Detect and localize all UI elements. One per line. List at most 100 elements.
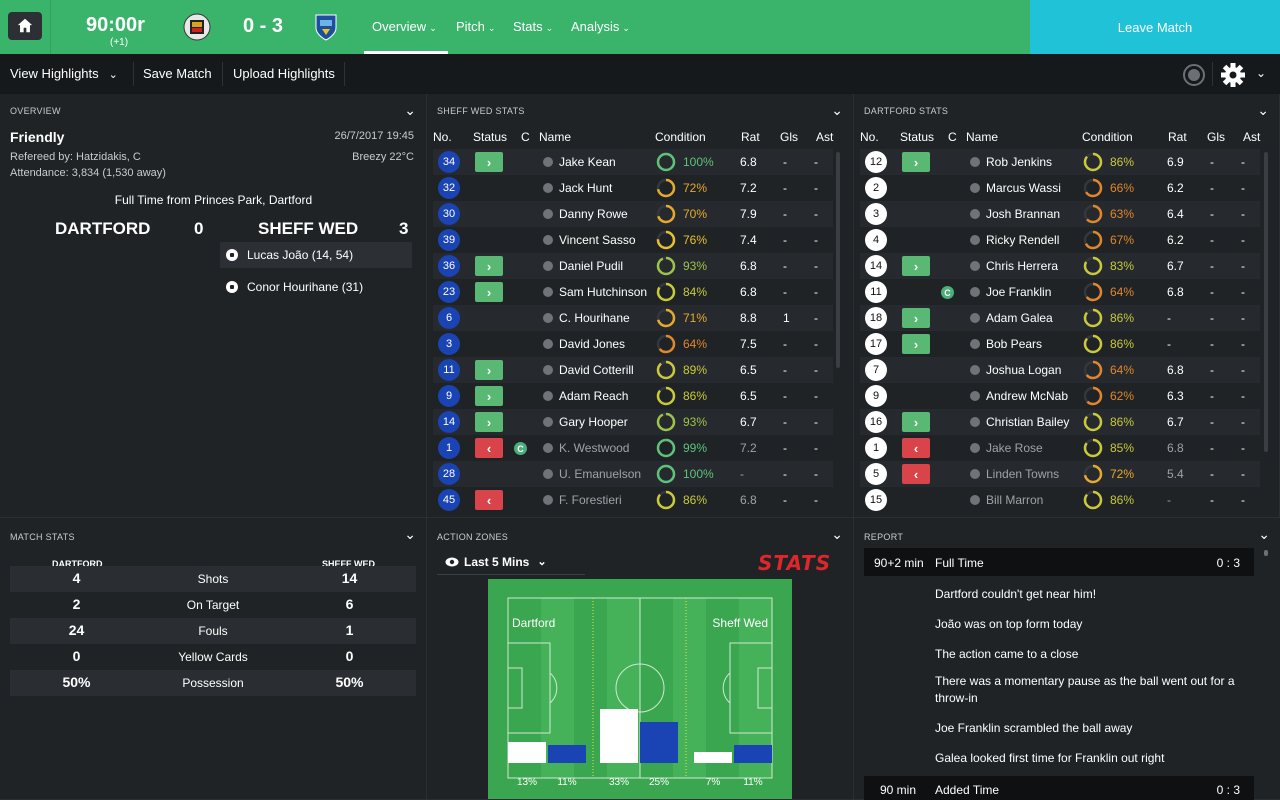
player-name[interactable]: K. Westwood xyxy=(559,441,629,455)
column-header[interactable]: Ast xyxy=(816,130,833,144)
player-row[interactable]: 34 › Jake Kean 100% 6.8 - - xyxy=(433,149,833,175)
player-name[interactable]: Bill Marron xyxy=(986,493,1043,507)
player-name[interactable]: David Cotterill xyxy=(559,363,634,377)
nav-overview[interactable]: Overview ⌄ xyxy=(372,19,437,34)
player-name[interactable]: Chris Herrera xyxy=(986,259,1058,273)
player-row[interactable]: 6 C. Hourihane 71% 8.8 1 - xyxy=(433,305,833,331)
nav-pitch[interactable]: Pitch ⌄ xyxy=(456,19,495,34)
chevron-down-icon[interactable]: ⌄ xyxy=(1256,66,1266,80)
player-name[interactable]: F. Forestieri xyxy=(559,493,622,507)
player-row[interactable]: 4 Ricky Rendell 67% 6.2 - - xyxy=(860,227,1260,253)
column-header[interactable]: Gls xyxy=(780,130,798,144)
player-row[interactable]: 14 › Gary Hooper 93% 6.7 - - xyxy=(433,409,833,435)
info-icon[interactable] xyxy=(543,235,553,245)
player-row[interactable]: 11 › David Cotterill 89% 6.5 - - xyxy=(433,357,833,383)
player-name[interactable]: Adam Galea xyxy=(986,311,1053,325)
player-name[interactable]: Christian Bailey xyxy=(986,415,1069,429)
player-row[interactable]: 2 Marcus Wassi 66% 6.2 - - xyxy=(860,175,1260,201)
scrollbar[interactable] xyxy=(1264,152,1268,452)
player-row[interactable]: 14 › Chris Herrera 83% 6.7 - - xyxy=(860,253,1260,279)
upload-highlights-button[interactable]: Upload Highlights xyxy=(233,66,335,81)
player-row[interactable]: 7 Joshua Logan 64% 6.8 - - xyxy=(860,357,1260,383)
column-header[interactable]: C xyxy=(521,130,530,144)
player-name[interactable]: Andrew McNab xyxy=(986,389,1068,403)
player-name[interactable]: Joshua Logan xyxy=(986,363,1061,377)
player-row[interactable]: 15 Bill Marron 86% - - - xyxy=(860,487,1260,513)
info-icon[interactable] xyxy=(543,391,553,401)
player-row[interactable]: 23 › Sam Hutchinson 84% 6.8 - - xyxy=(433,279,833,305)
column-header[interactable]: Status xyxy=(900,130,934,144)
player-row[interactable]: 30 Danny Rowe 70% 7.9 - - xyxy=(433,201,833,227)
column-header[interactable]: No. xyxy=(860,130,879,144)
info-icon[interactable] xyxy=(543,365,553,375)
column-header[interactable]: No. xyxy=(433,130,452,144)
player-name[interactable]: Ricky Rendell xyxy=(986,233,1059,247)
chevron-down-icon[interactable]: ⌄ xyxy=(831,102,843,119)
player-row[interactable]: 32 Jack Hunt 72% 7.2 - - xyxy=(433,175,833,201)
info-icon[interactable] xyxy=(970,157,980,167)
player-name[interactable]: U. Emanuelson xyxy=(559,467,641,481)
player-name[interactable]: Gary Hooper xyxy=(559,415,628,429)
player-name[interactable]: Jack Hunt xyxy=(559,181,612,195)
info-icon[interactable] xyxy=(543,183,553,193)
info-icon[interactable] xyxy=(543,339,553,349)
column-header[interactable]: Gls xyxy=(1207,130,1225,144)
player-row[interactable]: 9 Andrew McNab 62% 6.3 - - xyxy=(860,383,1260,409)
info-icon[interactable] xyxy=(970,339,980,349)
player-name[interactable]: Danny Rowe xyxy=(559,207,628,221)
home-button[interactable] xyxy=(8,12,42,40)
column-header[interactable]: Status xyxy=(473,130,507,144)
column-header[interactable]: Condition xyxy=(1082,130,1133,144)
column-header[interactable]: Ast xyxy=(1243,130,1260,144)
player-name[interactable]: Bob Pears xyxy=(986,337,1042,351)
info-icon[interactable] xyxy=(970,469,980,479)
player-row[interactable]: 9 › Adam Reach 86% 6.5 - - xyxy=(433,383,833,409)
info-icon[interactable] xyxy=(543,287,553,297)
column-header[interactable]: Condition xyxy=(655,130,706,144)
player-row[interactable]: 16 › Christian Bailey 86% 6.7 - - xyxy=(860,409,1260,435)
info-icon[interactable] xyxy=(970,209,980,219)
info-icon[interactable] xyxy=(970,261,980,271)
time-filter-dropdown[interactable]: Last 5 Mins ⌄ xyxy=(437,549,585,575)
player-row[interactable]: 5 ‹ Linden Towns 72% 5.4 - - xyxy=(860,461,1260,487)
column-header[interactable]: C xyxy=(948,130,957,144)
info-icon[interactable] xyxy=(970,183,980,193)
nav-stats[interactable]: Stats ⌄ xyxy=(513,19,553,34)
info-icon[interactable] xyxy=(543,157,553,167)
nav-analysis[interactable]: Analysis ⌄ xyxy=(571,19,630,34)
info-icon[interactable] xyxy=(543,495,553,505)
info-icon[interactable] xyxy=(970,365,980,375)
column-header[interactable]: Rat xyxy=(741,130,760,144)
view-highlights-dropdown[interactable]: View Highlights ⌄ xyxy=(10,66,118,81)
info-icon[interactable] xyxy=(970,235,980,245)
scrollbar[interactable] xyxy=(836,152,840,368)
info-icon[interactable] xyxy=(970,443,980,453)
settings-gear-icon[interactable] xyxy=(1220,62,1246,88)
player-row[interactable]: 11 C Joe Franklin 64% 6.8 - - xyxy=(860,279,1260,305)
player-row[interactable]: 45 ‹ F. Forestieri 86% 6.8 - - xyxy=(433,487,833,513)
player-name[interactable]: Jake Kean xyxy=(559,155,616,169)
info-icon[interactable] xyxy=(543,443,553,453)
leave-match-button[interactable]: Leave Match xyxy=(1030,0,1280,54)
chevron-down-icon[interactable]: ⌄ xyxy=(404,102,416,119)
player-name[interactable]: Linden Towns xyxy=(986,467,1059,481)
player-name[interactable]: Adam Reach xyxy=(559,389,628,403)
player-name[interactable]: Jake Rose xyxy=(986,441,1043,455)
save-match-button[interactable]: Save Match xyxy=(143,66,212,81)
chevron-down-icon[interactable]: ⌄ xyxy=(404,526,416,543)
info-icon[interactable] xyxy=(970,391,980,401)
info-icon[interactable] xyxy=(543,261,553,271)
info-icon[interactable] xyxy=(970,495,980,505)
player-name[interactable]: Joe Franklin xyxy=(986,285,1051,299)
player-row[interactable]: 28 U. Emanuelson 100% - - - xyxy=(433,461,833,487)
player-name[interactable]: C. Hourihane xyxy=(559,311,630,325)
player-name[interactable]: Vincent Sasso xyxy=(559,233,636,247)
info-icon[interactable] xyxy=(543,417,553,427)
info-icon[interactable] xyxy=(970,313,980,323)
player-name[interactable]: Daniel Pudil xyxy=(559,259,623,273)
info-icon[interactable] xyxy=(543,313,553,323)
player-row[interactable]: 17 › Bob Pears 86% - - - xyxy=(860,331,1260,357)
chevron-down-icon[interactable]: ⌄ xyxy=(1257,102,1269,119)
column-header[interactable]: Rat xyxy=(1168,130,1187,144)
player-name[interactable]: Marcus Wassi xyxy=(986,181,1061,195)
